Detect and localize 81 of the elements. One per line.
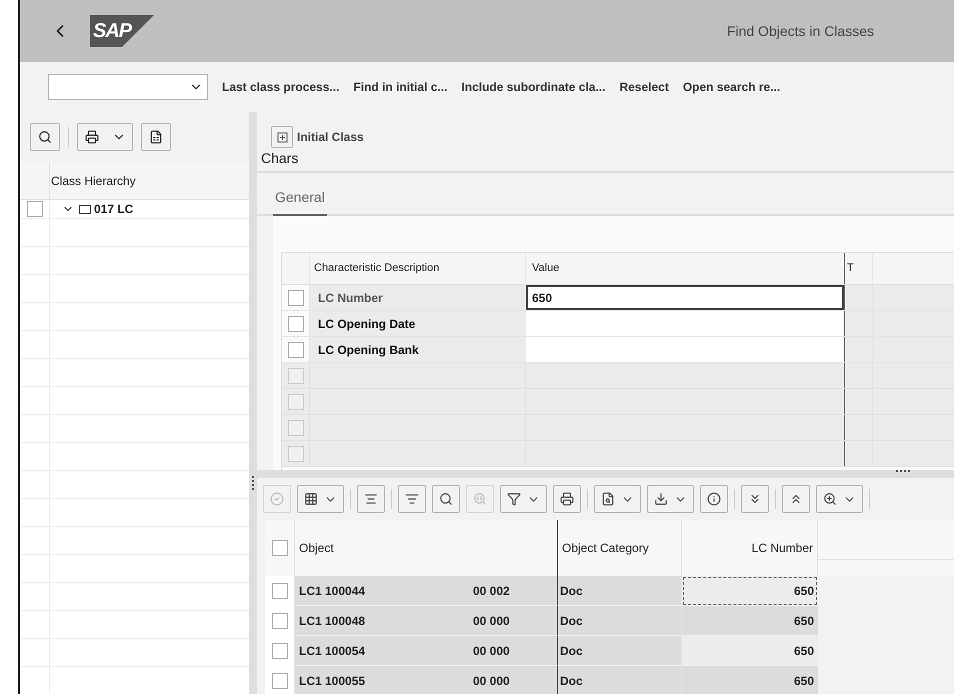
table-cell: LC Number: [310, 285, 526, 310]
info-icon: [707, 492, 721, 506]
row-checkbox[interactable]: [288, 420, 304, 436]
column-header: T: [845, 253, 873, 284]
table-cell-text: 00 000: [473, 642, 510, 660]
select-all-checkbox[interactable]: [272, 540, 288, 556]
column-header: Value: [526, 253, 845, 284]
download-icon: [654, 492, 668, 506]
row-checkbox[interactable]: [272, 643, 288, 659]
window-title: Find Objects in Classes: [726, 22, 874, 41]
filter-lines-button[interactable]: [398, 485, 426, 513]
row-checkbox[interactable]: [288, 368, 304, 384]
table-cell-text: LC1 100044: [298, 582, 366, 600]
expand-box-icon[interactable]: [271, 126, 293, 148]
toolbar-action[interactable]: Last class process...: [222, 78, 340, 96]
print-button[interactable]: [77, 123, 133, 151]
table-cell: Doc: [558, 606, 682, 636]
double-down-button[interactable]: [741, 485, 769, 513]
table-cell: Doc: [558, 666, 682, 694]
funnel-button[interactable]: [500, 485, 547, 513]
splitter-handle[interactable]: [896, 470, 910, 472]
printer-icon: [560, 492, 574, 506]
initial-class-button[interactable]: Initial Class: [297, 128, 364, 146]
tree-item[interactable]: 017 LC: [94, 200, 134, 218]
printer-button[interactable]: [553, 485, 581, 513]
table-cell-text: 00 000: [473, 612, 510, 630]
table-cell: LC Opening Date: [310, 311, 526, 336]
splitter-handle[interactable]: [252, 476, 254, 490]
search-next-icon: [473, 492, 487, 506]
zoom-button[interactable]: [816, 485, 863, 513]
grid-icon: [304, 492, 318, 506]
info-button[interactable]: [700, 485, 728, 513]
toolbar-action[interactable]: Include subordinate cla...: [461, 78, 606, 96]
row-checkbox[interactable]: [288, 290, 304, 306]
row-checkbox[interactable]: [26, 201, 42, 217]
folder-icon: [79, 204, 91, 214]
double-up-button[interactable]: [782, 485, 810, 513]
zoom-icon: [823, 492, 837, 506]
printer-icon: [84, 130, 98, 144]
row-checkbox[interactable]: [288, 316, 304, 332]
align-center-icon: [364, 492, 378, 506]
spreadsheet-icon: [149, 130, 163, 144]
table-cell-text: 00 002: [473, 582, 510, 600]
table-cell: 650: [682, 606, 818, 636]
section-title: Chars: [261, 150, 298, 166]
table-cell-text: 00 000: [473, 672, 510, 690]
dropdown-field[interactable]: [48, 74, 208, 100]
row-checkbox[interactable]: [272, 673, 288, 689]
check-circle-icon: [270, 492, 284, 506]
search-icon: [439, 492, 453, 506]
table-cell: 650: [682, 636, 818, 666]
column-header: Characteristic Description: [310, 253, 526, 284]
align-center-button[interactable]: [357, 485, 385, 513]
table-cell-text: LC1 100054: [298, 642, 366, 660]
table-cell: LC Opening Bank: [310, 337, 526, 362]
search-button[interactable]: [432, 485, 460, 513]
download-button[interactable]: [647, 485, 694, 513]
document-search-button[interactable]: [594, 485, 641, 513]
document-search-icon: [601, 492, 615, 506]
row-checkbox[interactable]: [272, 613, 288, 629]
spreadsheet-button[interactable]: [141, 123, 171, 151]
row-checkbox[interactable]: [288, 394, 304, 410]
toolbar-action[interactable]: Find in initial c...: [353, 78, 448, 96]
table-cell-text: LC1 100055: [298, 672, 366, 690]
grid-button[interactable]: [297, 485, 344, 513]
funnel-icon: [507, 492, 521, 506]
search-button[interactable]: [30, 123, 60, 151]
toolbar-action[interactable]: Reselect: [619, 78, 669, 96]
row-checkbox[interactable]: [272, 583, 288, 599]
row-checkbox[interactable]: [288, 446, 304, 462]
toolbar-action[interactable]: Open search re...: [682, 78, 780, 96]
row-checkbox[interactable]: [288, 342, 304, 358]
table-cell-text: LC1 100048: [298, 612, 366, 630]
table-cell: 650: [682, 666, 818, 694]
value-field[interactable]: 650: [526, 285, 844, 310]
filter-lines-icon: [405, 492, 419, 506]
table-cell: 650: [682, 576, 818, 606]
table-cell: Doc: [558, 576, 682, 606]
search-icon: [38, 130, 52, 144]
logo: SAP: [90, 15, 154, 47]
table-cell: Doc: [558, 636, 682, 666]
